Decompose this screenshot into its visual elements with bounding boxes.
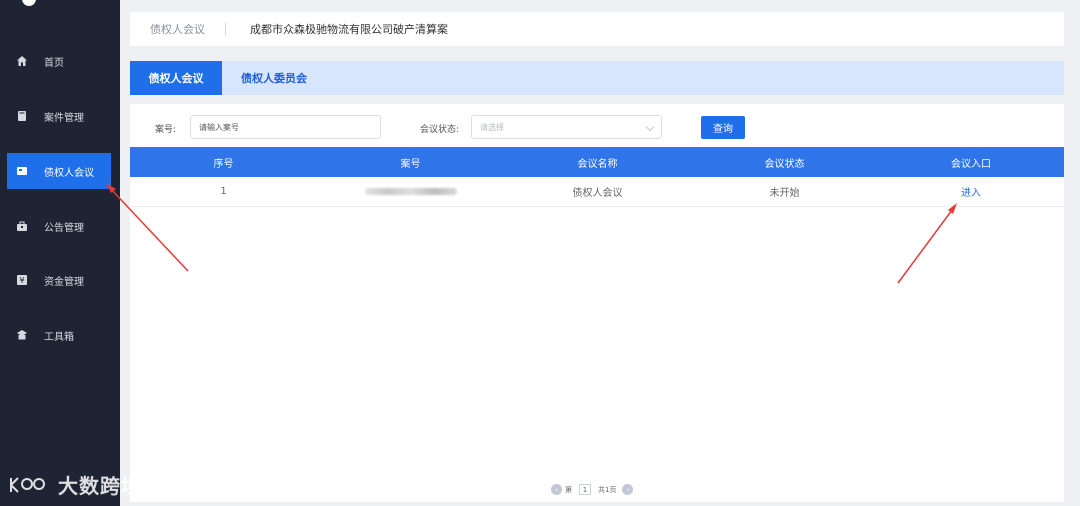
column-header-index: 序号 [213, 158, 234, 170]
watermark: 大数跨境 [8, 470, 142, 499]
page-number-input[interactable]: 1 [579, 484, 591, 495]
case-no-input[interactable]: 请输入案号 [190, 115, 381, 139]
sidebar: 首页 案件管理 债权人会议 公告管理 ¥ 资金管理 工具箱 [0, 0, 120, 506]
sidebar-item-cases[interactable]: 案件管理 [0, 98, 120, 134]
sidebar-item-label: 公告管理 [44, 222, 84, 234]
page-total: 共1页 [598, 485, 617, 494]
toolbox-icon [16, 329, 28, 341]
tab-creditor-meeting[interactable]: 债权人会议 [130, 61, 222, 95]
header-bar: 债权人会议 成都市众森极驰物流有限公司破产清算案 [130, 12, 1064, 46]
chevron-down-icon [645, 122, 655, 132]
money-icon: ¥ [16, 274, 28, 286]
home-icon [16, 55, 28, 67]
meeting-table: 序号 案号 会议名称 会议状态 会议入口 1 债权人会议 未开始 进入 [130, 147, 1064, 207]
row-case-no [317, 177, 504, 206]
sidebar-item-toolbox[interactable]: 工具箱 [0, 317, 120, 353]
case-no-label: 案号: [155, 125, 177, 135]
briefcase-icon [16, 220, 28, 232]
meeting-icon [16, 165, 28, 177]
watermark-logo-icon [10, 476, 45, 493]
main-content: 案号: 请输入案号 会议状态: 请选择 查询 序号 案号 会议名称 会议状态 会… [130, 104, 1064, 502]
sidebar-item-label: 资金管理 [44, 276, 84, 288]
row-status: 未开始 [769, 188, 800, 199]
row-meeting-name: 债权人会议 [572, 188, 623, 199]
sidebar-item-funds[interactable]: ¥ 资金管理 [0, 262, 120, 298]
sidebar-item-label: 债权人会议 [44, 167, 94, 179]
pagination: ‹ 第 1 共1页 › [551, 484, 634, 495]
column-header-entry: 会议入口 [951, 158, 991, 170]
row-entry: 进入 [878, 177, 1064, 206]
status-select[interactable]: 请选择 [471, 115, 662, 139]
sidebar-item-home[interactable]: 首页 [0, 43, 120, 79]
case-no-placeholder: 请输入案号 [199, 122, 239, 132]
svg-text:¥: ¥ [19, 276, 24, 285]
column-header-meeting-name: 会议名称 [577, 158, 618, 170]
sidebar-item-creditor-meeting[interactable]: 债权人会议 [7, 153, 111, 189]
tab-creditor-committee[interactable]: 债权人委员会 [222, 61, 326, 95]
prev-page-icon[interactable]: ‹ [551, 484, 562, 495]
tab-bar: 债权人会议 债权人委员会 [130, 61, 1064, 95]
status-label: 会议状态: [420, 125, 460, 135]
breadcrumb[interactable]: 债权人会议 [130, 21, 225, 37]
column-header-case-no: 案号 [400, 158, 421, 170]
next-page-icon[interactable]: › [622, 484, 634, 495]
page-title: 成都市众森极驰物流有限公司破产清算案 [250, 23, 448, 36]
enter-link[interactable]: 进入 [961, 184, 981, 199]
sidebar-item-label: 工具箱 [44, 331, 74, 343]
column-header-status: 会议状态 [764, 158, 805, 170]
filter-row: 案号: 请输入案号 会议状态: 请选择 查询 [130, 104, 1064, 146]
page-prefix: 第 [565, 485, 572, 494]
query-button[interactable]: 查询 [701, 116, 745, 139]
sidebar-item-label: 首页 [44, 57, 64, 69]
sidebar-item-label: 案件管理 [44, 112, 84, 124]
row-index: 1 [220, 186, 227, 197]
table-row: 1 债权人会议 未开始 进入 [130, 177, 1064, 207]
blurred-case-no [364, 188, 457, 195]
table-header: 序号 案号 会议名称 会议状态 会议入口 [130, 147, 1064, 177]
sidebar-item-announcements[interactable]: 公告管理 [0, 208, 120, 244]
logo-icon [22, 0, 36, 6]
book-icon [16, 110, 28, 122]
status-placeholder: 请选择 [480, 122, 504, 132]
